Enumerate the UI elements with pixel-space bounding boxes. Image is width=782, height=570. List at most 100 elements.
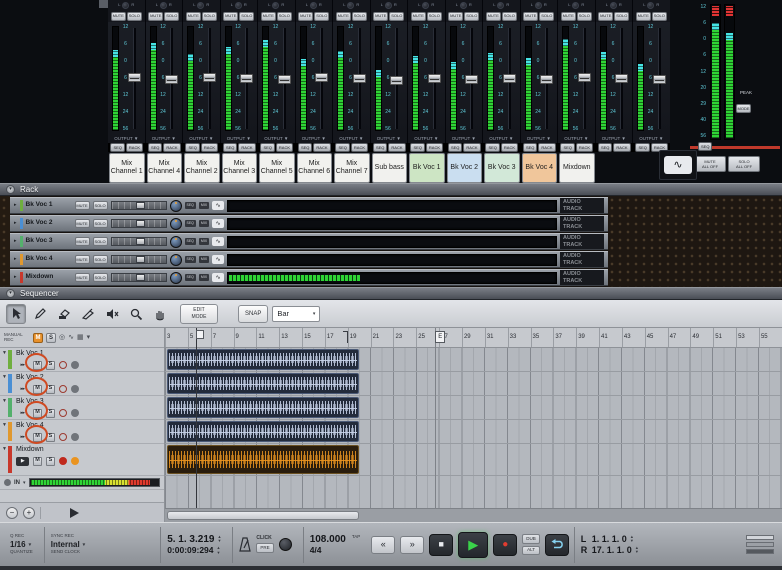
solo-button[interactable]: SOLO [614,12,629,21]
zoom-in-button[interactable]: + [23,507,35,519]
monitor-button[interactable] [71,409,79,417]
volume-fader-handle[interactable] [315,73,328,82]
slider-handle[interactable] [136,274,145,281]
rewind-button[interactable]: « [371,536,395,554]
rack-nav-button[interactable]: RACK [201,143,218,152]
mute-button[interactable]: MUTE [186,12,201,21]
output-routing-label[interactable]: OUTPUT ▼ [108,135,146,143]
solo-button[interactable]: SOLO [502,12,517,21]
output-routing-label[interactable]: OUTPUT ▼ [296,135,334,143]
output-routing-label[interactable]: OUTPUT ▼ [258,135,296,143]
master-mute-button[interactable]: M [33,333,43,343]
mute-button[interactable]: MUTE [75,201,90,210]
waveform-icon[interactable]: ∿ [212,237,224,246]
volume-fader-handle[interactable] [615,74,628,83]
horizontal-scrollbar[interactable] [165,508,782,522]
fold-triangle-icon[interactable]: ▸ [14,239,17,244]
position-time-stepper[interactable]: ▲ ▼ [217,546,221,555]
stop-button[interactable]: ■ [429,534,453,556]
rack-nav-button[interactable]: RACK [501,143,518,152]
dub-button[interactable]: DUB [522,534,540,544]
magnify-tool[interactable] [126,304,146,324]
solo-button[interactable]: SOLO [93,237,108,246]
pan-knob[interactable] [170,200,182,212]
eraser-tool[interactable] [54,304,74,324]
track-mute-button[interactable]: M [33,433,42,442]
rack-nav-button[interactable]: RACK [313,143,330,152]
mute-button[interactable]: MUTE [523,12,538,21]
solo-button[interactable]: SOLO [652,12,667,21]
solo-button[interactable]: SOLO [539,12,554,21]
level-slider[interactable] [111,273,167,282]
track-name[interactable]: Bk Voc 1 [16,348,164,359]
pan-knob[interactable] [460,2,467,9]
seq-button[interactable]: SEQ [185,220,196,227]
track-name[interactable]: Bk Voc 3 [16,396,164,407]
mute-button[interactable]: MUTE [373,12,388,21]
mix-button[interactable]: MIX [199,202,209,209]
step-down-icon[interactable]: ▼ [635,550,639,554]
record-enable-button[interactable] [59,409,67,417]
mute-button[interactable]: MUTE [598,12,613,21]
mute-button[interactable]: MUTE [261,12,276,21]
select-tool[interactable] [6,304,26,324]
rack-nav-button[interactable]: RACK [276,143,293,152]
output-routing-label[interactable]: OUTPUT ▼ [371,135,409,143]
volume-fader-handle[interactable] [240,74,253,83]
mute-button[interactable]: MUTE [75,255,90,264]
track-mute-button[interactable]: M [33,457,42,466]
pan-knob[interactable] [235,2,242,9]
solo-button[interactable]: SOLO [427,12,442,21]
rack-nav-button[interactable]: RACK [426,143,443,152]
mixer-scroll-nub[interactable] [99,0,108,8]
fold-triangle-icon[interactable]: ▼ [2,351,7,356]
rack-device-row[interactable]: ▸ Mixdown MUTE SOLO SEQ MIX ∿ [10,269,608,286]
end-marker[interactable]: E [435,331,445,343]
channel-name-tab[interactable]: Mix Channel 5 [259,153,295,183]
solo-button[interactable]: SOLO [93,273,108,282]
rack-nav-button[interactable]: RACK [238,143,255,152]
sync-source-dropdown[interactable]: Internal ▾ [51,540,85,550]
rack-nav-button[interactable]: RACK [538,143,555,152]
volume-fader-handle[interactable] [278,75,291,84]
spectrum-window-button[interactable]: ∿ [659,150,697,180]
slider-handle[interactable] [136,238,145,245]
monitor-button[interactable] [71,457,79,465]
pan-knob[interactable] [122,2,129,9]
fold-triangle-icon[interactable]: ▸ [14,275,17,280]
pan-knob[interactable] [385,2,392,9]
volume-fader-handle[interactable] [353,74,366,83]
solo-button[interactable]: SOLO [389,12,404,21]
track-name[interactable]: Mixdown [16,444,164,455]
output-routing-label[interactable]: OUTPUT ▼ [408,135,446,143]
volume-fader-handle[interactable] [128,73,141,82]
volume-fader-handle[interactable] [653,75,666,84]
solo-button[interactable]: SOLO [127,12,142,21]
output-routing-label[interactable]: OUTPUT ▼ [183,135,221,143]
alt-button[interactable]: ALT [522,546,540,556]
manual-rec-label[interactable]: MANUAL REC [4,333,30,342]
solo-button[interactable]: SOLO [577,12,592,21]
hand-tool[interactable] [150,304,170,324]
fold-triangle-icon[interactable]: ▼ [2,399,7,404]
follow-song-button[interactable] [70,508,79,518]
pan-knob[interactable] [647,2,654,9]
seq-nav-button[interactable]: SEQ [373,143,387,152]
click-button[interactable]: CLICK [256,536,271,541]
mute-all-off-button[interactable]: MUTE ALL OFF [694,156,726,172]
grid-icon[interactable]: ▦ [77,334,84,341]
channel-name-tab[interactable]: Sub bass [372,153,408,183]
click-level-knob[interactable] [279,538,292,551]
seq-nav-button[interactable]: SEQ [598,143,612,152]
metronome-icon[interactable] [239,537,251,552]
output-routing-label[interactable]: OUTPUT ▼ [483,135,521,143]
timeline-ruler[interactable]: 3579111315171921232527293133353739414345… [165,328,782,348]
master-solo-button[interactable]: S [46,333,56,343]
seq-nav-button[interactable]: SEQ [448,143,462,152]
channel-name-tab[interactable]: Mix Channel 6 [297,153,333,183]
mix-button[interactable]: MIX [199,256,209,263]
mute-button[interactable]: MUTE [75,237,90,246]
tap-button[interactable]: TAP [352,534,360,539]
step-down-icon[interactable]: ▼ [217,539,221,543]
track-name[interactable]: Bk Voc 4 [16,420,164,431]
